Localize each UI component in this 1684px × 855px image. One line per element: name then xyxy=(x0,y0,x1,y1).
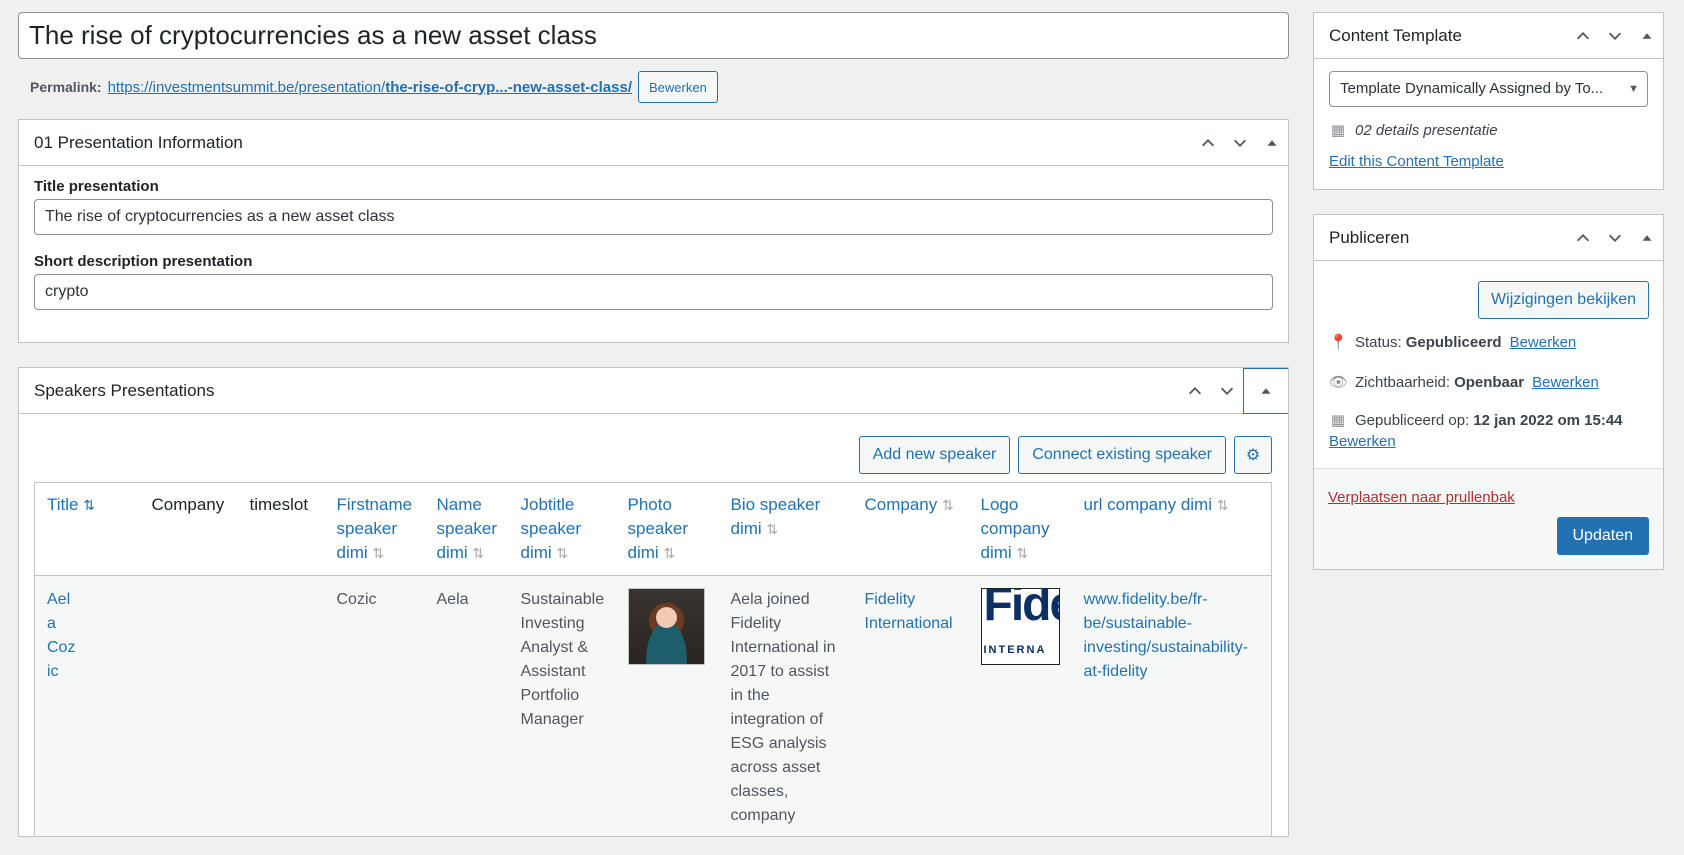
sort-icon: ⇅ xyxy=(556,545,569,561)
col-photo[interactable]: Photo speaker dimi ⇅ xyxy=(615,482,719,576)
speakers-box: Speakers Presentations Add new speaker C… xyxy=(18,367,1289,837)
presentation-info-header: 01 Presentation Information xyxy=(19,120,1288,166)
main-column: The rise of cryptocurrencies as a new as… xyxy=(18,12,1289,837)
speakers-table: Title ⇅ Company timeslot Firstname speak… xyxy=(34,482,1272,836)
post-title-input[interactable]: The rise of cryptocurrencies as a new as… xyxy=(18,12,1289,59)
col-url[interactable]: url company dimi ⇅ xyxy=(1071,482,1272,576)
cell-timeslot xyxy=(237,575,325,836)
cell-logo: Fide INTERNA xyxy=(968,575,1072,836)
sort-icon: ⇅ xyxy=(942,497,954,513)
permalink-label: Permalink: xyxy=(30,79,102,95)
cell-title[interactable]: Ael a Cozic xyxy=(34,575,140,836)
chevron-down-icon[interactable] xyxy=(1599,13,1631,58)
presentation-info-title: 01 Presentation Information xyxy=(34,132,243,152)
calendar-icon: ▦ xyxy=(1330,412,1346,429)
speakers-title: Speakers Presentations xyxy=(34,380,215,400)
content-template-title: Content Template xyxy=(1329,25,1462,45)
move-to-trash-link[interactable]: Verplaatsen naar prullenbak xyxy=(1328,489,1515,506)
chevron-up-icon[interactable] xyxy=(1192,120,1224,165)
short-description-input[interactable]: crypto xyxy=(34,274,1273,310)
cell-company xyxy=(139,575,238,836)
sort-icon: ⇅ xyxy=(1216,497,1229,513)
col-timeslot: timeslot xyxy=(237,482,325,576)
company-logo: Fide INTERNA xyxy=(980,588,1060,665)
eye-icon: 👁 xyxy=(1329,374,1349,391)
content-template-header: Content Template xyxy=(1314,13,1663,59)
cell-photo xyxy=(615,575,719,836)
edit-published-date-link[interactable]: Bewerken xyxy=(1329,433,1396,450)
add-new-speaker-button[interactable]: Add new speaker xyxy=(858,436,1011,474)
chevron-down-icon[interactable] xyxy=(1211,368,1243,413)
status-row: 📍 Status: Gepubliceerd Bewerken xyxy=(1329,333,1577,352)
col-name[interactable]: Name speaker dimi ⇅ xyxy=(424,482,509,576)
publish-header: Publiceren xyxy=(1314,215,1663,261)
gear-icon[interactable]: ⚙ xyxy=(1234,436,1272,474)
edit-visibility-link[interactable]: Bewerken xyxy=(1532,374,1599,391)
dropdown-arrow-icon: ▼ xyxy=(1628,83,1639,95)
speaker-photo xyxy=(627,588,705,665)
sort-icon: ⇅ xyxy=(766,521,779,537)
col-title[interactable]: Title ⇅ xyxy=(34,482,140,576)
toggle-panel-icon[interactable] xyxy=(1631,13,1663,58)
title-presentation-input[interactable]: The rise of cryptocurrencies as a new as… xyxy=(34,199,1273,235)
col-logo[interactable]: Logo company dimi ⇅ xyxy=(968,482,1072,576)
cell-company-2[interactable]: Fidelity International xyxy=(852,575,969,836)
edit-status-link[interactable]: Bewerken xyxy=(1510,334,1577,351)
cell-url[interactable]: www.fidelity.be/fr-be/sustainable-invest… xyxy=(1071,575,1272,836)
template-select[interactable]: Template Dynamically Assigned by To... ▼ xyxy=(1329,71,1648,107)
cell-bio: Aela joined Fidelity International in 20… xyxy=(718,575,853,836)
col-firstname[interactable]: Firstname speaker dimi ⇅ xyxy=(324,482,425,576)
content-template-box: Content Template Template Dynamically As… xyxy=(1313,12,1664,190)
pin-icon: 📍 xyxy=(1329,334,1348,351)
permalink-link[interactable]: https://investmentsummit.be/presentation… xyxy=(108,79,632,96)
toggle-panel-icon[interactable] xyxy=(1631,215,1663,260)
connect-existing-speaker-button[interactable]: Connect existing speaker xyxy=(1018,436,1226,474)
publish-box: Publiceren Wijzigingen bekijken 📍 Status… xyxy=(1313,214,1664,570)
short-description-field: Short description presentation crypto xyxy=(19,235,1288,342)
chevron-up-icon[interactable] xyxy=(1567,215,1599,260)
chevron-down-icon[interactable] xyxy=(1599,215,1631,260)
sort-icon: ⇅ xyxy=(472,545,485,561)
table-row: Ael a Cozic Cozic Aela Sustainable Inves… xyxy=(34,575,1272,836)
speakers-header: Speakers Presentations xyxy=(19,368,1288,414)
permalink-edit-button[interactable]: Bewerken xyxy=(637,71,718,103)
visibility-row: 👁 Zichtbaarheid: Openbaar Bewerken xyxy=(1329,373,1599,392)
presentation-info-box: 01 Presentation Information Title presen… xyxy=(18,119,1289,343)
cell-name: Aela xyxy=(424,575,509,836)
title-presentation-field: Title presentation The rise of cryptocur… xyxy=(19,166,1288,235)
publish-actions: Verplaatsen naar prullenbak Updaten xyxy=(1314,468,1663,569)
col-bio[interactable]: Bio speaker dimi ⇅ xyxy=(718,482,853,576)
update-button[interactable]: Updaten xyxy=(1556,517,1649,555)
toggle-panel-icon[interactable] xyxy=(1256,120,1288,165)
publish-title: Publiceren xyxy=(1329,227,1410,247)
col-jobtitle[interactable]: Jobtitle speaker dimi ⇅ xyxy=(508,482,616,576)
sort-icon: ⇅ xyxy=(372,545,385,561)
sort-icon: ⇅ xyxy=(663,545,676,561)
col-company: Company xyxy=(139,482,238,576)
preview-changes-button[interactable]: Wijzigingen bekijken xyxy=(1478,281,1649,319)
sort-icon: ⇅ xyxy=(83,497,95,513)
edit-content-template-link[interactable]: Edit this Content Template xyxy=(1329,153,1504,170)
table-header-row: Title ⇅ Company timeslot Firstname speak… xyxy=(34,482,1272,576)
cell-firstname: Cozic xyxy=(324,575,425,836)
permalink-bar: Permalink: https://investmentsummit.be/p… xyxy=(18,71,1289,103)
toggle-panel-icon[interactable] xyxy=(1243,368,1288,414)
calendar-icon: ▦ xyxy=(1330,122,1346,139)
cell-jobtitle: Sustainable Investing Analyst & Assistan… xyxy=(508,575,616,836)
chevron-up-icon[interactable] xyxy=(1179,368,1211,413)
speakers-toolbar: Add new speaker Connect existing speaker… xyxy=(19,414,1288,482)
col-company-2[interactable]: Company ⇅ xyxy=(852,482,969,576)
template-details-row: ▦ 02 details presentatie xyxy=(1330,121,1498,140)
short-description-label: Short description presentation xyxy=(34,253,253,270)
published-row: ▦ Gepubliceerd op: 12 jan 2022 om 15:44 xyxy=(1330,411,1623,430)
sidebar: Content Template Template Dynamically As… xyxy=(1313,12,1664,570)
chevron-up-icon[interactable] xyxy=(1567,13,1599,58)
sort-icon: ⇅ xyxy=(1016,545,1029,561)
title-presentation-label: Title presentation xyxy=(34,178,159,195)
chevron-down-icon[interactable] xyxy=(1224,120,1256,165)
